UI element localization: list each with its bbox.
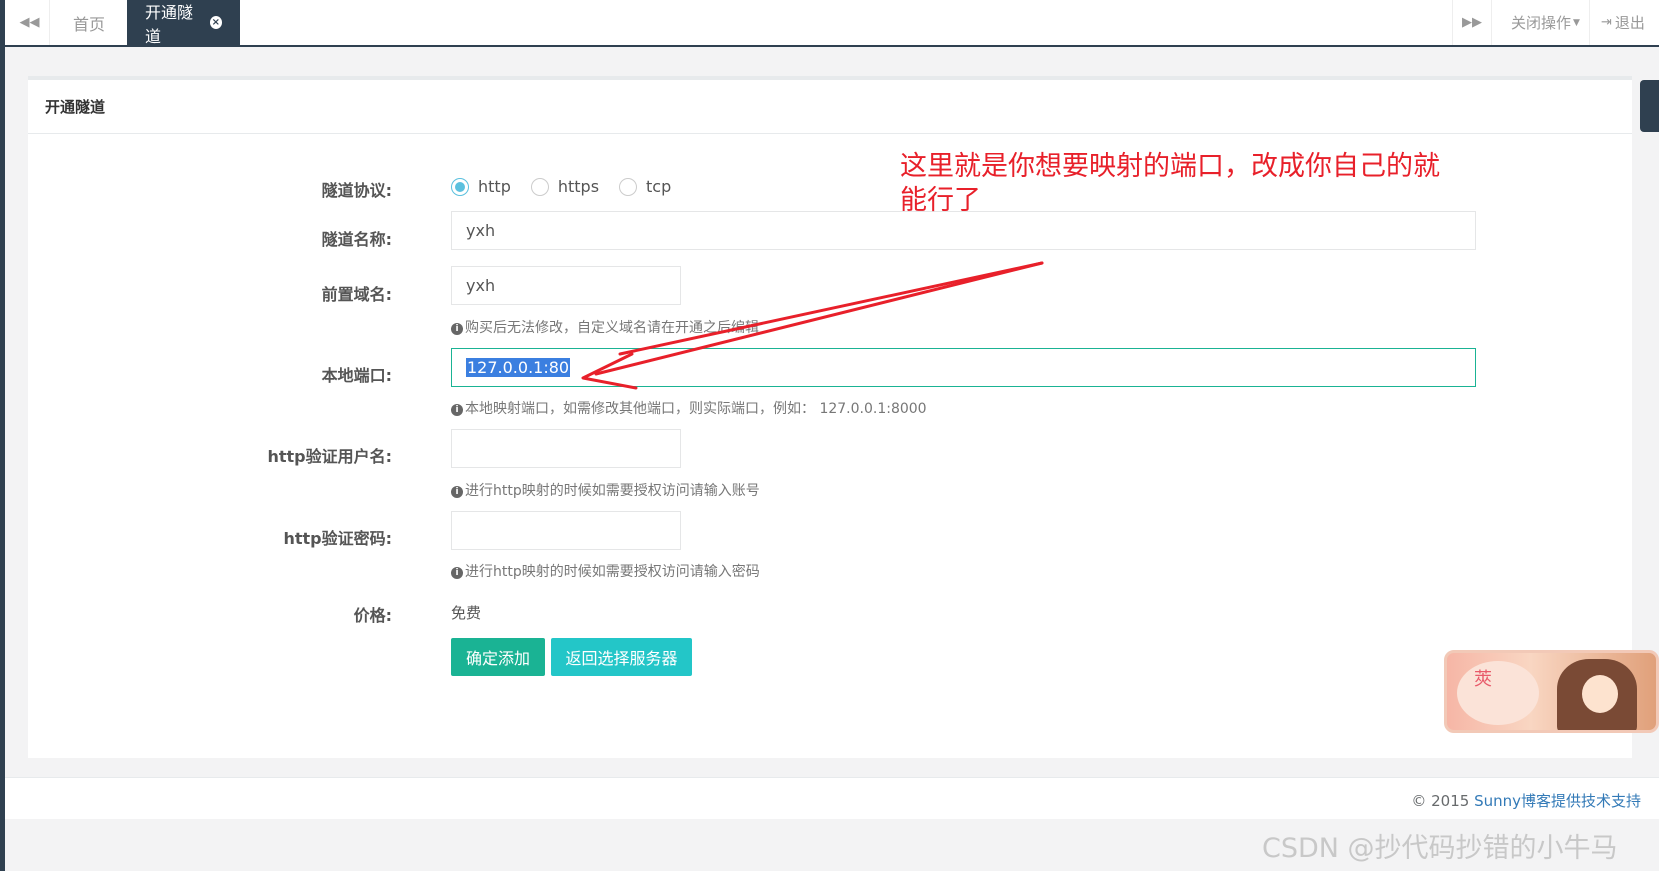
protocol-radio-group: http https tcp: [451, 177, 691, 196]
local-port-label: 本地端口:: [321, 366, 392, 385]
prefix-help-text: i 购买后无法修改，自定义域名请在开通之后编辑: [451, 317, 759, 337]
tab-home[interactable]: 首页: [55, 0, 129, 45]
radio-http-label: http: [478, 177, 511, 196]
logout-label: 退出: [1614, 14, 1645, 32]
double-chevron-right-icon: ▶▶: [1462, 15, 1482, 30]
prefix-help-label: 购买后无法修改，自定义域名请在开通之后编辑: [465, 320, 759, 336]
local-port-input[interactable]: 127.0.0.1:80: [451, 348, 1476, 387]
tab-home-label: 首页: [73, 14, 106, 34]
info-icon: i: [451, 404, 463, 416]
info-icon: i: [451, 323, 463, 335]
tunnel-name-value: yxh: [466, 221, 496, 240]
http-password-input[interactable]: [451, 511, 681, 550]
info-icon: i: [451, 567, 463, 579]
logout-button[interactable]: ⇥ 退出: [1601, 0, 1659, 45]
csdn-watermark: CSDN @抄代码抄错的小牛马: [1262, 833, 1618, 864]
double-chevron-left-icon: ◀◀: [19, 15, 40, 30]
close-operations-dropdown[interactable]: 关闭操作 ▼: [1502, 0, 1590, 45]
scroll-right-button[interactable]: ▶▶: [1452, 0, 1492, 45]
radio-checked-icon: [451, 177, 469, 196]
local-port-value: 127.0.0.1:80: [466, 358, 571, 377]
decorative-sticker: 莢: [1444, 650, 1659, 733]
footer: © 2015 Sunny博客提供技术支持: [5, 778, 1659, 819]
tab-active-label: 开通隧道: [145, 2, 194, 46]
panel-title: 开通隧道: [28, 80, 1632, 134]
radio-unchecked-icon: [619, 177, 638, 196]
price-label: 价格:: [353, 606, 392, 625]
radio-tcp[interactable]: tcp: [619, 177, 671, 196]
tab-open-tunnel[interactable]: 开通隧道 ×: [127, 0, 240, 46]
radio-http[interactable]: http: [451, 177, 511, 196]
password-help-label: 进行http映射的时候如需要授权访问请输入密码: [465, 564, 760, 580]
prefix-domain-value: yxh: [466, 276, 496, 295]
footer-copyright: © 2015: [1411, 792, 1475, 810]
side-toggle[interactable]: [1640, 80, 1659, 132]
annotation-text: 这里就是你想要映射的端口，改成你自己的就能行了: [900, 151, 1440, 216]
http-password-label: http验证密码:: [283, 529, 392, 548]
footer-link[interactable]: Sunny博客提供技术支持: [1474, 792, 1641, 810]
footer-text: © 2015 Sunny博客提供技术支持: [1411, 790, 1641, 811]
tunnel-name-label: 隧道名称:: [321, 230, 392, 249]
scroll-left-button[interactable]: ◀◀: [10, 0, 50, 45]
sticker-girl-face: [1582, 675, 1618, 713]
close-tab-icon[interactable]: ×: [209, 16, 222, 29]
prefix-domain-input[interactable]: yxh: [451, 266, 681, 305]
sticker-bubble: [1457, 661, 1539, 725]
radio-https[interactable]: https: [530, 177, 600, 196]
user-help-text: i 进行http映射的时候如需要授权访问请输入账号: [451, 480, 760, 500]
radio-tcp-label: tcp: [646, 177, 672, 196]
port-help-label: 本地映射端口，如需修改其他端口，则实际端口，例如： 127.0.0.1:8000: [465, 401, 927, 417]
close-ops-label: 关闭操作: [1511, 14, 1572, 32]
left-sidebar-edge: [0, 0, 5, 871]
http-user-input[interactable]: [451, 429, 681, 468]
protocol-label: 隧道协议:: [321, 181, 392, 200]
price-value: 免费: [451, 604, 482, 622]
sticker-text: 莢: [1474, 669, 1492, 690]
user-help-label: 进行http映射的时候如需要授权访问请输入账号: [465, 483, 760, 499]
info-icon: i: [451, 486, 463, 498]
password-help-text: i 进行http映射的时候如需要授权访问请输入密码: [451, 561, 760, 581]
port-help-text: i 本地映射端口，如需修改其他端口，则实际端口，例如： 127.0.0.1:800…: [451, 398, 927, 418]
radio-unchecked-icon: [530, 177, 549, 196]
radio-https-label: https: [557, 177, 600, 196]
http-user-label: http验证用户名:: [267, 447, 392, 466]
sign-out-icon: ⇥: [1601, 15, 1612, 30]
confirm-add-button[interactable]: 确定添加: [451, 638, 545, 676]
tab-bar: ◀◀ 首页 开通隧道 × ▶▶ 关闭操作 ▼ ⇥ 退出: [5, 0, 1659, 47]
prefix-domain-label: 前置域名:: [321, 285, 392, 304]
caret-down-icon: ▼: [1573, 17, 1580, 28]
back-to-server-button[interactable]: 返回选择服务器: [551, 638, 692, 676]
